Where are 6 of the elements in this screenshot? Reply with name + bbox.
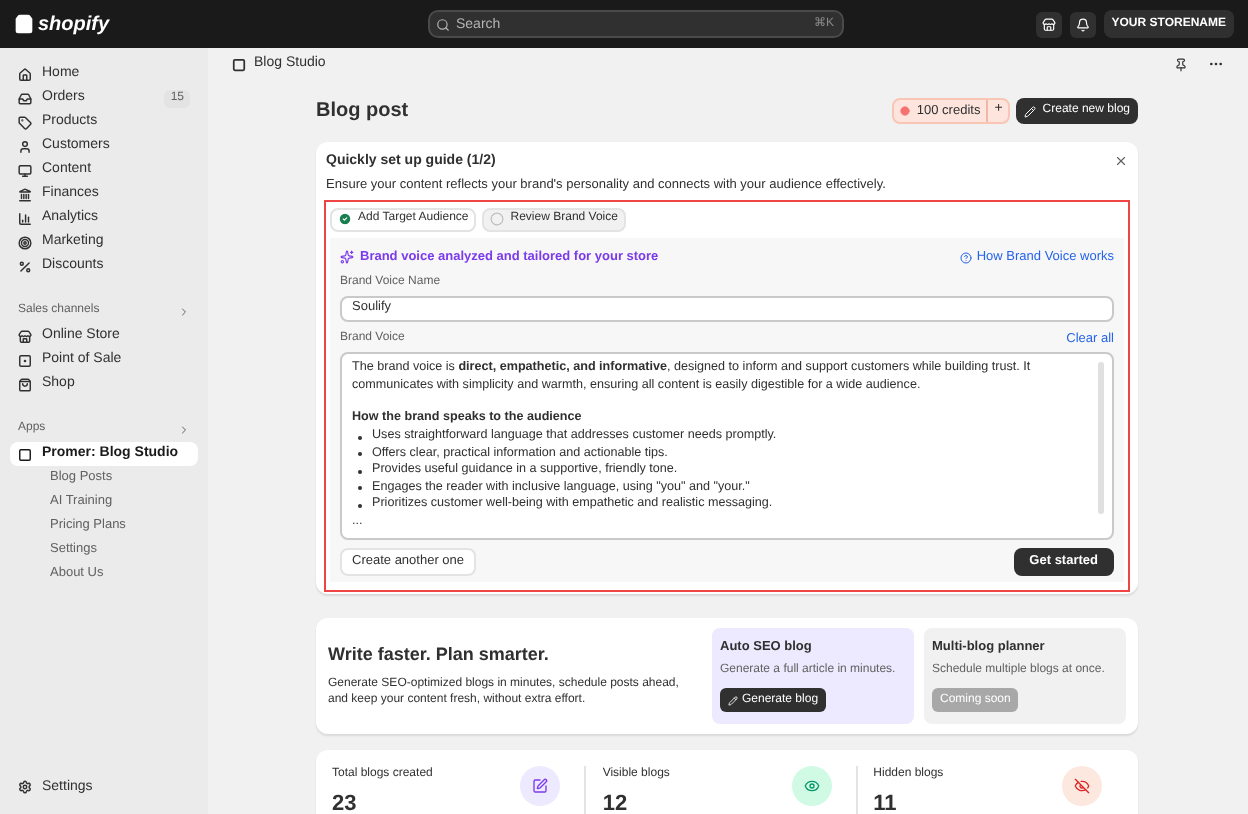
stat-value: 11 <box>873 789 899 814</box>
stat-value: 12 <box>602 789 630 814</box>
logo-text: shopify <box>38 11 110 39</box>
page-title: Blog post <box>316 98 411 126</box>
promo-title: Write faster. Plan smarter. <box>328 641 551 668</box>
stat-value: 23 <box>332 789 359 814</box>
